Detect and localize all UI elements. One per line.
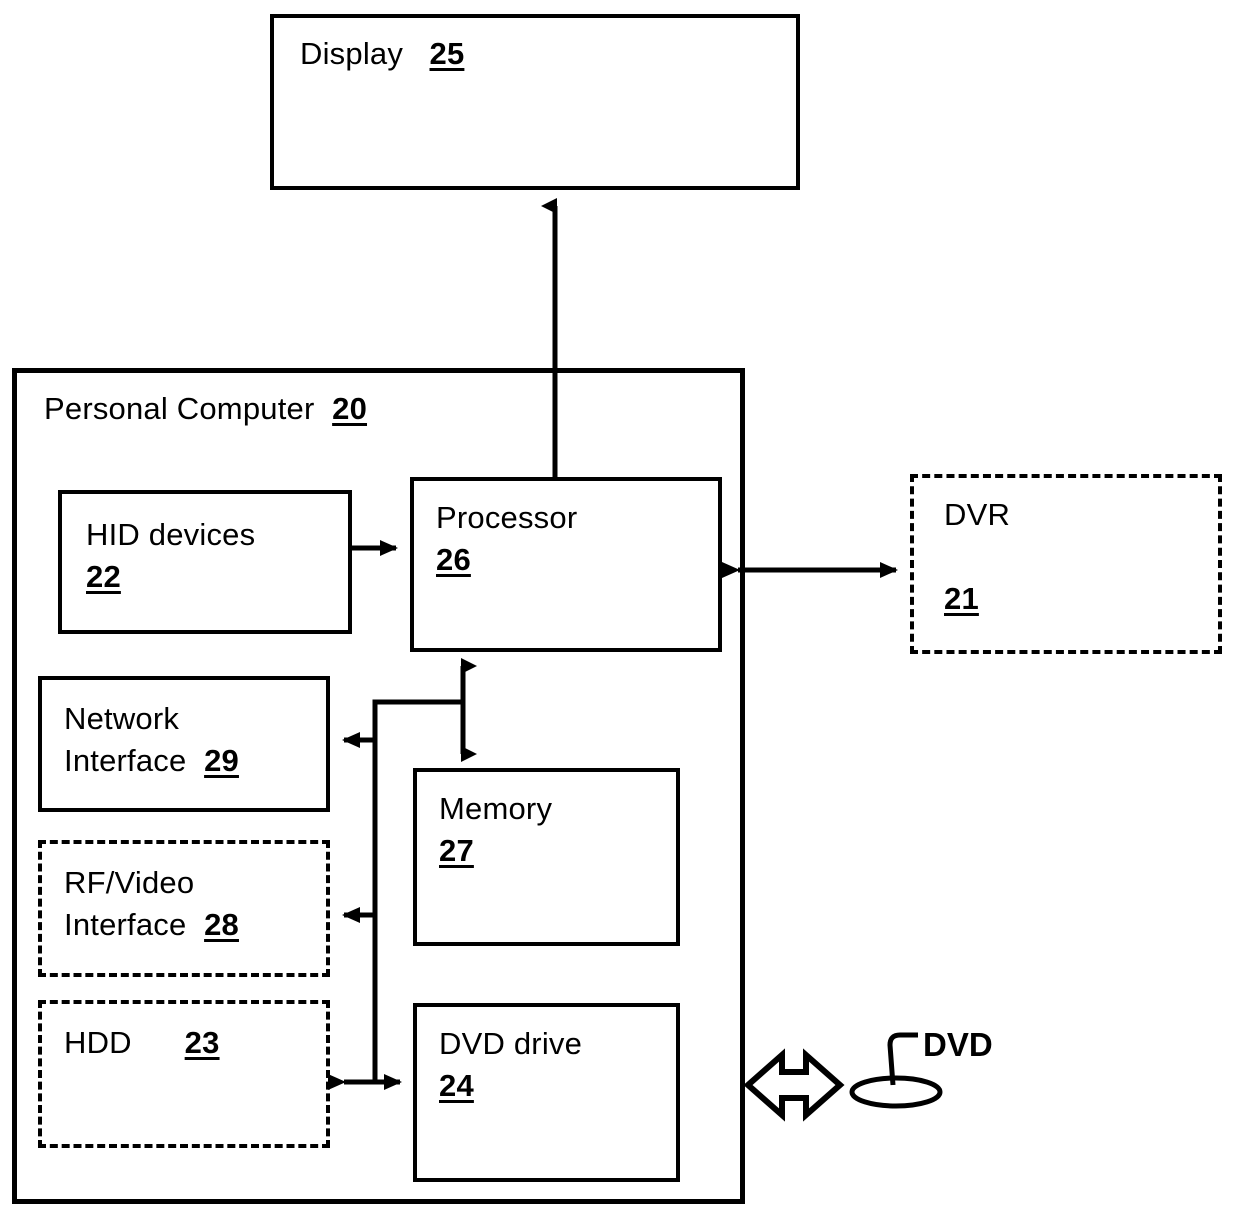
display-label: Display 25 <box>300 33 464 75</box>
personal-computer-ref: 20 <box>332 391 368 426</box>
block-double-arrow-dvd <box>743 1048 845 1122</box>
dvd-drive-label-text: DVD drive <box>439 1026 583 1061</box>
network-interface-ref: 29 <box>204 743 239 778</box>
display-label-text: Display <box>300 36 404 71</box>
rf-video-interface-line1: RF/Video <box>64 865 195 900</box>
hdd-label: HDD 23 <box>64 1022 220 1064</box>
display-ref: 25 <box>429 36 465 71</box>
memory-label: Memory 27 <box>439 788 552 872</box>
rf-video-interface-line2: Interface <box>64 907 187 942</box>
processor-ref: 26 <box>436 542 471 577</box>
network-interface-label: Network Interface 29 <box>64 698 239 782</box>
dvr-label: DVR 21 <box>944 494 1010 620</box>
dvd-drive-label: DVD drive 24 <box>439 1023 582 1107</box>
dvr-ref: 21 <box>944 581 979 616</box>
network-interface-line1: Network <box>64 701 180 736</box>
memory-label-text: Memory <box>439 791 553 826</box>
hid-devices-ref: 22 <box>86 559 121 594</box>
processor-label: Processor 26 <box>436 497 577 581</box>
network-interface-line2: Interface <box>64 743 187 778</box>
patent-block-diagram: Display 25 Personal Computer 20 HID devi… <box>0 0 1240 1227</box>
memory-ref: 27 <box>439 833 474 868</box>
hdd-ref: 23 <box>184 1025 220 1060</box>
dvd-media-label: DVD <box>923 1026 993 1063</box>
hdd-label-text: HDD <box>64 1025 132 1060</box>
dvr-label-text: DVR <box>944 497 1011 532</box>
dvd-drive-ref: 24 <box>439 1068 474 1103</box>
rf-video-interface-ref: 28 <box>204 907 239 942</box>
hid-devices-label-text: HID devices <box>86 517 256 552</box>
personal-computer-label: Personal Computer 20 <box>44 388 367 430</box>
hid-devices-label: HID devices 22 <box>86 514 255 598</box>
rf-video-interface-label: RF/Video Interface 28 <box>64 862 239 946</box>
personal-computer-label-text: Personal Computer <box>44 391 315 426</box>
processor-label-text: Processor <box>436 500 578 535</box>
